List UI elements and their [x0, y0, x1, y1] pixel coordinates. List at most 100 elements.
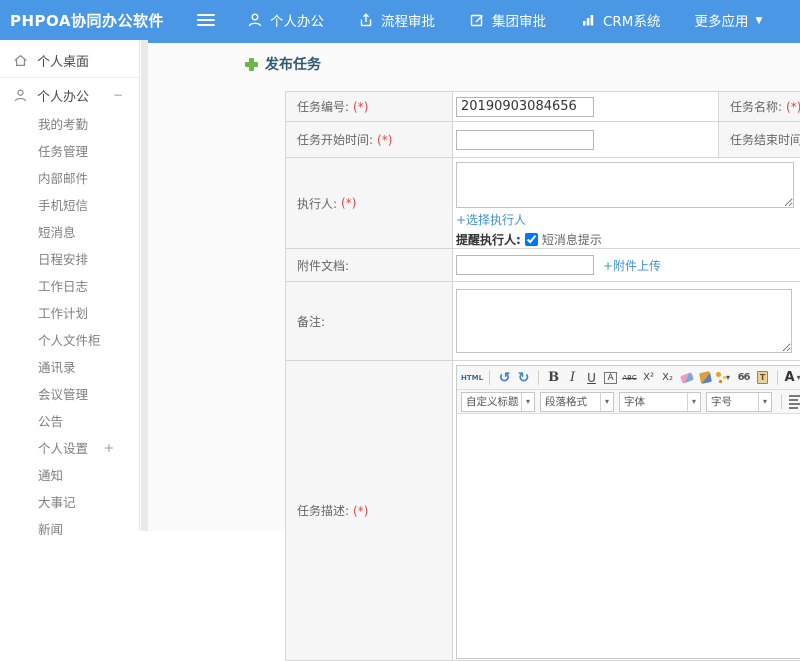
person-icon	[247, 12, 263, 28]
subscript-icon[interactable]	[659, 368, 676, 387]
content-gutter	[141, 40, 148, 531]
sidebar-item-11[interactable]: 通讯录	[0, 353, 139, 380]
start-time-label: 任务开始时间:(*)	[286, 122, 453, 158]
task-number-label: 任务编号:(*)	[286, 92, 453, 122]
chevron-down-icon[interactable]: ▾	[600, 393, 613, 411]
person-icon	[13, 88, 29, 103]
paste-text-icon[interactable]	[754, 368, 771, 387]
chevron-down-icon: ▾	[797, 373, 800, 382]
sidebar-item-16[interactable]: 大事记	[0, 488, 139, 515]
sidebar-item-13[interactable]: 公告	[0, 407, 139, 434]
chevron-down-icon: ▾	[726, 373, 730, 382]
redo-icon[interactable]	[515, 368, 532, 387]
task-description-label: 任务描述:(*)	[286, 361, 453, 661]
remark-textarea[interactable]	[456, 289, 792, 353]
nav-item-workflow-approval[interactable]: 流程审批	[358, 10, 435, 30]
sidebar-item-12[interactable]: 会议管理	[0, 380, 139, 407]
expand-toggle-icon[interactable]: −	[113, 88, 123, 102]
sidebar-item-14[interactable]: 个人设置 +	[0, 434, 139, 461]
hamburger-menu-icon[interactable]	[197, 14, 215, 17]
sms-remind-checkbox[interactable]	[525, 233, 538, 246]
html-source-icon[interactable]: HTML	[461, 368, 483, 387]
app-header: PHPOA协同办公软件 个人办公 流程审批	[0, 0, 800, 40]
remind-executor-label: 提醒执行人:	[456, 231, 521, 248]
blockquote-icon[interactable]	[735, 368, 752, 387]
sidebar-item-9[interactable]: 工作计划	[0, 299, 139, 326]
underline-icon[interactable]	[583, 368, 600, 387]
start-time-input[interactable]	[456, 130, 594, 150]
nav-item-crm[interactable]: CRM系统	[580, 10, 660, 30]
sidebar-item-15[interactable]: 通知	[0, 461, 139, 488]
editor-content[interactable]	[457, 414, 800, 658]
sidebar-item-3[interactable]: 任务管理	[0, 137, 139, 164]
end-time-label: 任务结束时间:(*)	[719, 122, 800, 158]
toolbar-separator	[538, 370, 539, 385]
editor-dropdown-1[interactable]: 段落格式 ▾	[540, 392, 614, 412]
toolbar-separator	[489, 370, 490, 385]
strikethrough-icon[interactable]	[621, 368, 638, 387]
table-row: 附件文档: +附件上传	[286, 249, 800, 282]
publish-task-form: 任务编号:(*) 任务名称:(*) 任务开始时间:(*) 任务结束时间:(*)	[285, 91, 800, 661]
format-brush-icon[interactable]	[697, 368, 714, 387]
approval-flow-icon	[358, 12, 374, 28]
top-navigation: 个人办公 流程审批 集团审批 CRM系统	[247, 10, 762, 30]
sidebar-item-2[interactable]: 我的考勤	[0, 110, 139, 137]
rich-text-editor: HTML ▾ ▾ 自定义标题 ▾ 段落格式 ▾ 字体 ▾ 字号 ▾	[456, 365, 800, 659]
caret-down-icon: ▼	[755, 16, 762, 26]
align-left-icon[interactable]	[788, 392, 800, 411]
sidebar-item-0[interactable]: 个人桌面	[0, 45, 139, 75]
plus-icon	[245, 58, 258, 71]
group-approval-icon	[469, 12, 485, 28]
page-title: 发布任务	[265, 54, 321, 74]
sidebar-item-7[interactable]: 日程安排	[0, 245, 139, 272]
main-content: 发布任务 任务编号:(*) 任务名称:(*) 任务开始时间:(*)	[148, 40, 800, 531]
undo-icon[interactable]	[496, 368, 513, 387]
editor-dropdown-0[interactable]: 自定义标题 ▾	[461, 392, 535, 412]
task-number-input[interactable]	[456, 97, 594, 117]
chevron-down-icon[interactable]: ▾	[758, 393, 771, 411]
sidebar-item-6[interactable]: 短消息	[0, 218, 139, 245]
editor-dropdown-2[interactable]: 字体 ▾	[619, 392, 701, 412]
home-icon	[13, 53, 29, 68]
table-row: 任务描述:(*) HTML ▾ ▾ 自定义标题 ▾ 段落格式 ▾ 字体 ▾ 字号	[286, 361, 800, 661]
sms-remind-label: 短消息提示	[542, 231, 602, 248]
page-title-row: 发布任务	[245, 54, 800, 74]
nav-item-group-approval[interactable]: 集团审批	[469, 10, 546, 30]
sidebar-item-8[interactable]: 工作日志	[0, 272, 139, 299]
toolbar-separator	[777, 370, 778, 385]
sidebar-item-1[interactable]: 个人办公 −	[0, 80, 139, 110]
editor-toolbar-row1: HTML ▾ ▾	[457, 366, 800, 390]
chevron-down-icon[interactable]: ▾	[687, 393, 700, 411]
table-row: 任务开始时间:(*) 任务结束时间:(*)	[286, 122, 800, 158]
bar-chart-icon	[580, 12, 596, 28]
executor-textarea[interactable]	[456, 162, 794, 208]
executor-label: 执行人:(*)	[286, 158, 453, 249]
font-color-icon[interactable]: ▾	[784, 368, 800, 387]
toolbar-separator	[781, 394, 782, 409]
app-logo: PHPOA协同办公软件	[0, 10, 185, 31]
remark-label: 备注:	[286, 282, 453, 361]
table-row: 备注:	[286, 282, 800, 361]
upload-attachment-link[interactable]: +附件上传	[603, 257, 661, 274]
font-border-icon[interactable]	[602, 368, 619, 387]
choose-executor-link[interactable]: +选择执行人	[456, 213, 526, 227]
highlight-icon[interactable]: ▾	[716, 368, 733, 387]
editor-toolbar-row2: 自定义标题 ▾ 段落格式 ▾ 字体 ▾ 字号 ▾	[457, 390, 800, 414]
attachment-input[interactable]	[456, 255, 594, 275]
sidebar-item-10[interactable]: 个人文件柜	[0, 326, 139, 353]
expand-toggle-icon[interactable]: +	[104, 441, 114, 455]
italic-icon[interactable]	[564, 368, 581, 387]
sidebar-item-17[interactable]: 新闻	[0, 515, 139, 542]
sidebar: 个人桌面 个人办公 − 我的考勤 任务管理 内部邮件 手机短信 短消息 日程安排	[0, 40, 140, 531]
table-row: 任务编号:(*) 任务名称:(*)	[286, 92, 800, 122]
bold-icon[interactable]	[545, 368, 562, 387]
nav-item-more-apps[interactable]: 更多应用 ▼	[694, 10, 762, 30]
attachment-label: 附件文档:	[286, 249, 453, 282]
superscript-icon[interactable]	[640, 368, 657, 387]
editor-dropdown-3[interactable]: 字号 ▾	[706, 392, 772, 412]
chevron-down-icon[interactable]: ▾	[521, 393, 534, 411]
nav-item-personal-office[interactable]: 个人办公	[247, 10, 324, 30]
eraser-icon[interactable]	[678, 368, 695, 387]
sidebar-item-4[interactable]: 内部邮件	[0, 164, 139, 191]
sidebar-item-5[interactable]: 手机短信	[0, 191, 139, 218]
